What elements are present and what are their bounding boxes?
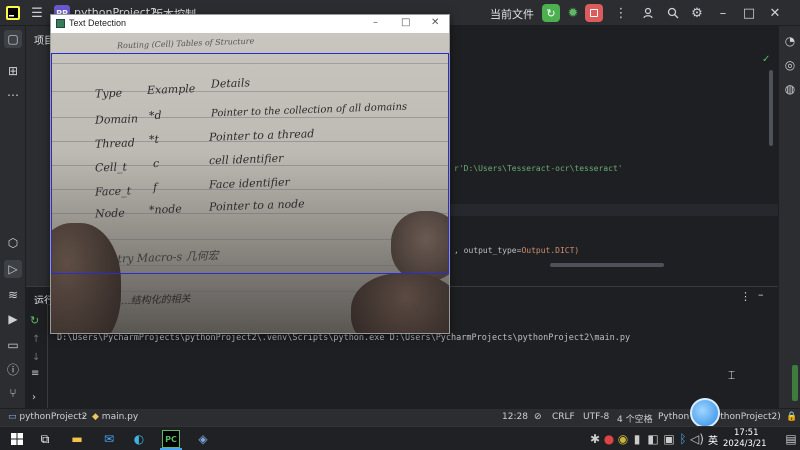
python-packages-icon[interactable]: ⬡: [4, 234, 22, 252]
breadcrumb-project[interactable]: ▭ pythonProject2: [8, 412, 87, 422]
lock-icon[interactable]: 🔒: [786, 412, 797, 422]
run-button[interactable]: ↻: [542, 4, 560, 22]
scroll-down-icon[interactable]: ↓: [32, 352, 40, 363]
pycharm-taskbar-icon[interactable]: PC: [162, 430, 180, 448]
text-detection-titlebar[interactable]: Text Detection – □ ✕: [51, 15, 449, 33]
run-panel-more-icon[interactable]: ⋮: [740, 290, 751, 303]
edge-browser-icon[interactable]: ◐: [130, 430, 148, 448]
database-icon[interactable]: ◍: [781, 80, 799, 98]
task-view-icon[interactable]: ⧉: [36, 430, 54, 448]
python-window-taskbar-icon[interactable]: ◈: [194, 430, 212, 448]
rerun-icon[interactable]: ↻: [30, 314, 39, 327]
scroll-up-icon[interactable]: ↑: [32, 334, 40, 345]
code-line-tesseract-path: r'D:\Users\Tesseract-ocr\tesseract': [454, 164, 623, 173]
layers-tool-icon[interactable]: ≋: [4, 286, 22, 304]
vertical-scrollbar[interactable]: [769, 70, 773, 146]
project-panel: [26, 26, 50, 286]
current-line-highlight: [450, 204, 778, 216]
run-panel-minimize-icon[interactable]: –: [758, 288, 764, 301]
code-output-post: Output.DICT): [521, 246, 580, 255]
add-user-icon[interactable]: [640, 4, 658, 22]
inspection-ok-icon[interactable]: ✓: [762, 54, 770, 65]
line-ending[interactable]: CRLF: [552, 412, 575, 422]
expand-icon[interactable]: ›: [32, 392, 36, 403]
file-encoding[interactable]: UTF-8: [583, 412, 609, 422]
notifications-bell-icon[interactable]: ◔: [781, 32, 799, 50]
more-tools-icon[interactable]: ⋯: [4, 86, 22, 104]
handwriting-bottom-line-2: ...结构化的相关: [120, 293, 191, 308]
handwriting-header: Routing (Cell) Tables of Structure: [116, 36, 255, 51]
breadcrumb-file[interactable]: ◆ main.py: [92, 412, 138, 422]
minimize-icon[interactable]: –: [714, 4, 732, 22]
stop-icon: [590, 9, 598, 17]
main-menu-icon[interactable]: ☰: [28, 4, 46, 22]
windows-taskbar: ⧉ ▬ ✉ ◐ PC ◈ ✱ ● ◉ ▮ ◧ ▣ ᛒ ◁) 英 17:51 20…: [0, 426, 800, 450]
run-panel-toolbar: ↻ ↑ ↓ ≡ ›: [26, 304, 48, 408]
clock-date[interactable]: 2024/3/21: [723, 439, 767, 449]
problems-tool-icon[interactable]: ⓘ: [4, 360, 22, 378]
floating-assistant-bubble[interactable]: [690, 398, 720, 428]
maximize-icon[interactable]: □: [740, 4, 758, 22]
soft-wrap-icon[interactable]: ≡: [31, 368, 39, 379]
close-icon[interactable]: ✕: [766, 4, 784, 22]
project-tool-icon[interactable]: ▢: [4, 30, 22, 48]
file-explorer-icon[interactable]: ▬: [68, 430, 86, 448]
run-tool-icon[interactable]: ▷: [4, 260, 22, 278]
left-tool-strip: ▢ ⊞ ⋯ ⬡ ▷ ≋ ▶ ▭ ⓘ ⑂: [0, 26, 26, 408]
horizontal-scrollbar[interactable]: [550, 263, 664, 267]
right-tool-strip: ◔ ◎ ◍: [778, 26, 800, 408]
indent-setting[interactable]: 4 个空格: [617, 412, 653, 425]
code-editor[interactable]: ✓ r'D:\Users\Tesseract-ocr\tesseract' , …: [450, 26, 778, 286]
text-detection-title: Text Detection: [69, 18, 127, 28]
right-hand-image: [351, 273, 449, 333]
stop-button[interactable]: [585, 4, 603, 22]
cursor-position[interactable]: 12:28: [502, 412, 528, 422]
structure-tool-icon[interactable]: ⊞: [4, 62, 22, 80]
python-file-icon: ◆: [92, 412, 99, 422]
status-bar: ▭ pythonProject2 › ◆ main.py 12:28 ⊘ CRL…: [0, 408, 800, 426]
clock-time[interactable]: 17:51: [734, 428, 759, 438]
ai-assistant-icon[interactable]: ◎: [781, 56, 799, 74]
camera-frame: Routing (Cell) Tables of Structure Type …: [51, 33, 449, 333]
det-maximize-icon[interactable]: □: [401, 17, 410, 28]
ime-indicator[interactable]: 英: [704, 430, 722, 448]
readonly-toggle-icon[interactable]: ⊘: [534, 412, 542, 422]
git-tool-icon[interactable]: ⑂: [4, 384, 22, 402]
terminal-tool-icon[interactable]: ▭: [4, 336, 22, 354]
mail-icon[interactable]: ✉: [100, 430, 118, 448]
debug-button[interactable]: ✹: [564, 4, 582, 22]
det-close-icon[interactable]: ✕: [431, 17, 439, 28]
search-icon[interactable]: [664, 4, 682, 22]
more-actions-icon[interactable]: ⋮: [612, 4, 630, 22]
code-string-path: r'D:\Users\Tesseract-ocr\tesseract': [454, 164, 623, 173]
text-cursor-icon: ⌶: [728, 368, 736, 382]
services-tool-icon[interactable]: ▶: [4, 310, 22, 328]
opencv-app-icon: [56, 19, 65, 28]
settings-gear-icon[interactable]: ⚙: [688, 4, 706, 22]
breadcrumb-separator: ›: [82, 412, 86, 422]
console-output-command: D:\Users\PycharmProjects\pythonProject2\…: [57, 333, 631, 343]
notification-center-icon[interactable]: ▤: [782, 430, 800, 448]
detection-roi-box: [51, 53, 449, 274]
run-config-selector[interactable]: 当前文件: [490, 6, 534, 22]
app-logo-icon: [4, 4, 22, 22]
text-detection-window[interactable]: Text Detection – □ ✕ Routing (Cell) Tabl…: [50, 14, 450, 334]
memory-indicator[interactable]: [792, 365, 798, 401]
code-line-output-type: , output_type=Output.DICT): [454, 246, 579, 255]
windows-start-icon[interactable]: [8, 430, 26, 448]
det-minimize-icon[interactable]: –: [373, 17, 378, 28]
code-output-pre: , output_type=: [454, 246, 522, 255]
folder-icon: ▭: [8, 412, 17, 422]
